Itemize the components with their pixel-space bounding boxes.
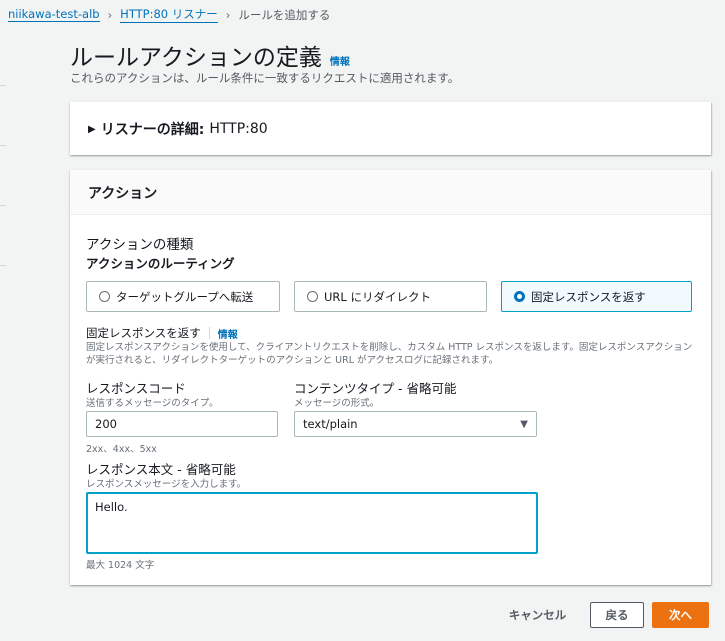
radio-redirect-url[interactable]: URL にリダイレクト bbox=[294, 281, 487, 312]
breadcrumb-current: ルールを追加する bbox=[238, 7, 331, 22]
fixed-response-title: 固定レスポンスを返す bbox=[86, 326, 201, 340]
listener-details-label: リスナーの詳細: bbox=[100, 122, 205, 138]
fixed-response-description: 固定レスポンスアクションを使用して、クライアントリクエストを削除し、カスタム H… bbox=[86, 342, 693, 366]
listener-details-toggle[interactable]: ▶ リスナーの詳細: HTTP:80 bbox=[88, 119, 268, 139]
back-button[interactable]: 戻る bbox=[590, 602, 644, 628]
divider bbox=[0, 205, 6, 206]
page-title: ルールアクションの定義 bbox=[70, 45, 322, 71]
radio-icon bbox=[307, 291, 318, 302]
divider bbox=[0, 145, 6, 146]
breadcrumb-listener[interactable]: HTTP:80 リスナー bbox=[120, 6, 218, 23]
action-panel-header: アクション bbox=[70, 170, 711, 215]
listener-details-value: HTTP:80 bbox=[209, 121, 268, 137]
radio-forward-target-group[interactable]: ターゲットグループへ転送 bbox=[86, 281, 280, 312]
content-type-sub: メッセージの形式。 bbox=[294, 398, 380, 409]
routing-label: アクションのルーティング bbox=[86, 256, 235, 271]
breadcrumb: niikawa-test-alb › HTTP:80 リスナー › ルールを追加… bbox=[8, 6, 330, 23]
action-type-label: アクションの種類 bbox=[86, 237, 194, 253]
chevron-right-icon: › bbox=[225, 7, 231, 22]
chevron-right-icon: › bbox=[107, 7, 113, 22]
radio-selected-icon bbox=[514, 291, 525, 302]
next-button[interactable]: 次へ bbox=[652, 602, 709, 628]
body-hint: 最大 1024 文字 bbox=[86, 560, 155, 571]
divider bbox=[0, 265, 6, 266]
radio-fixed-response[interactable]: 固定レスポンスを返す bbox=[501, 281, 692, 312]
content-type-value: text/plain bbox=[303, 417, 358, 431]
breadcrumb-load-balancer[interactable]: niikawa-test-alb bbox=[8, 7, 100, 22]
radio-label: URL にリダイレクト bbox=[324, 289, 431, 304]
response-code-sub: 送信するメッセージのタイプ。 bbox=[86, 398, 219, 409]
info-link[interactable]: 情報 bbox=[330, 53, 350, 68]
body-sub: レスポンスメッセージを入力します。 bbox=[86, 479, 247, 490]
radio-icon bbox=[99, 291, 110, 302]
listener-details-panel: ▶ リスナーの詳細: HTTP:80 bbox=[70, 102, 711, 155]
response-code-hint: 2xx、4xx、5xx bbox=[86, 444, 157, 455]
response-code-input[interactable]: 200 bbox=[86, 411, 278, 437]
content-type-select[interactable]: text/plain ▼ bbox=[294, 411, 537, 437]
info-link[interactable]: 情報 bbox=[218, 326, 238, 341]
caret-right-icon: ▶ bbox=[88, 123, 96, 135]
cancel-button[interactable]: キャンセル bbox=[500, 602, 575, 628]
radio-label: ターゲットグループへ転送 bbox=[116, 289, 254, 304]
divider bbox=[0, 85, 6, 86]
body-textarea[interactable]: Hello. bbox=[86, 492, 538, 554]
divider bbox=[208, 327, 210, 339]
caret-down-icon: ▼ bbox=[520, 418, 528, 430]
page-subtitle: これらのアクションは、ルール条件に一致するリクエストに適用されます。 bbox=[70, 71, 460, 85]
radio-label: 固定レスポンスを返す bbox=[531, 289, 646, 304]
